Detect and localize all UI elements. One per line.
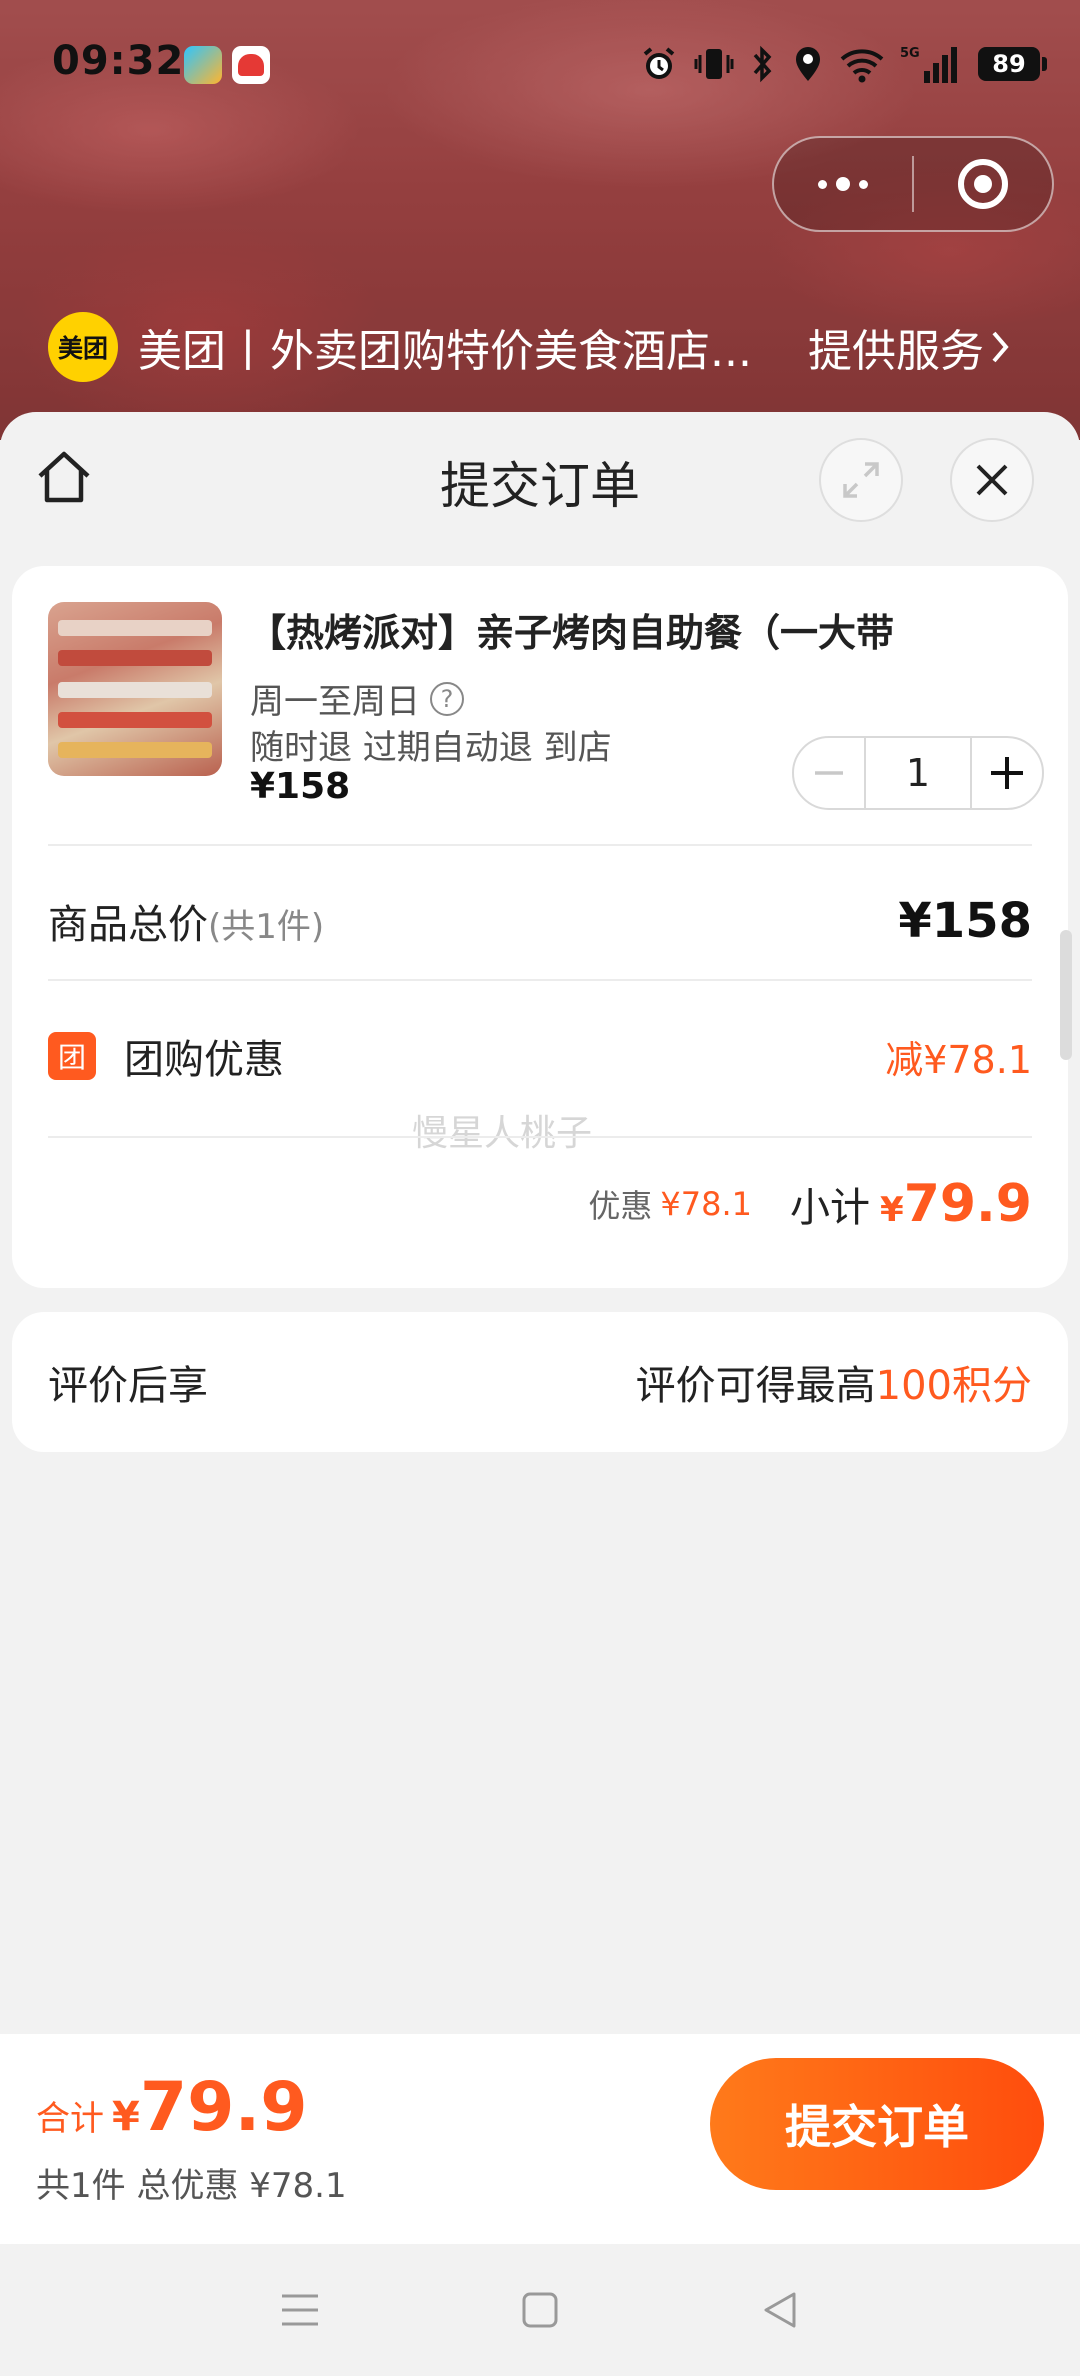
nav-home-button[interactable] — [510, 2280, 570, 2340]
alarm-icon — [643, 47, 675, 79]
notification-app-icon — [184, 46, 222, 84]
checkout-bar: 合计 ¥ 79.9 共1件 总优惠 ¥78.1 提交订单 — [0, 2034, 1080, 2244]
status-icons: 5G 89 — [640, 40, 1047, 88]
vibrate-icon — [694, 49, 734, 79]
exit-miniprogram-button[interactable] — [914, 138, 1052, 230]
submit-order-button[interactable]: 提交订单 — [710, 2058, 1044, 2190]
divider — [48, 1136, 1032, 1138]
total-amount: 合计 ¥ 79.9 — [36, 2068, 308, 2147]
subtotal-currency: ¥ — [880, 1190, 904, 1230]
group-discount-row[interactable]: 团 团购优惠 减¥78.1 — [48, 996, 1032, 1116]
target-circle-icon — [958, 159, 1008, 209]
total-price-label-text: 商品总价 — [48, 902, 208, 948]
total-item-count: (共1件) — [208, 907, 325, 947]
system-nav-bar — [0, 2244, 1080, 2376]
product-valid-days: 周一至周日 ? — [250, 674, 464, 723]
divider — [48, 844, 1032, 846]
review-reward-desc-prefix: 评价可得最高 — [635, 1363, 876, 1409]
service-provider-row[interactable]: 美团 美团丨外卖团购特价美食酒店... 提供服务 — [48, 310, 1038, 384]
status-time: 09:32 — [52, 38, 185, 84]
review-reward-desc: 评价可得最高100积分 — [636, 1353, 1032, 1411]
chevron-right-icon — [992, 331, 1009, 363]
subtotal-row: 优惠 ¥78.1 小计 ¥79.9 — [48, 1154, 1032, 1254]
expand-button[interactable] — [819, 438, 903, 522]
expand-icon — [843, 462, 879, 498]
close-icon — [976, 464, 1008, 496]
review-reward-label: 评价后享 — [48, 1363, 208, 1409]
total-price-label: 商品总价(共1件) — [48, 892, 324, 950]
bluetooth-icon — [753, 45, 772, 83]
product-tags: 随时退 过期自动退 到店 — [250, 728, 612, 768]
group-discount-value: 减¥78.1 — [885, 1037, 1032, 1082]
total-summary: 共1件 总优惠 ¥78.1 — [36, 2166, 347, 2206]
miniprogram-capsule — [772, 136, 1054, 232]
review-reward-points: 100积分 — [875, 1363, 1032, 1409]
group-buy-badge-icon: 团 — [48, 1032, 96, 1080]
subtotal-discount-value: ¥78.1 — [660, 1185, 753, 1223]
order-card: 【热烤派对】亲子烤肉自助餐（一大带 周一至周日 ? 随时退 过期自动退 到店 ¥… — [12, 566, 1068, 1288]
status-bar: 09:32 5G 89 — [0, 0, 1080, 130]
more-dots-icon — [818, 177, 868, 191]
back-triangle-icon — [764, 2292, 796, 2328]
plus-icon — [991, 757, 1023, 789]
sheet-header: 提交订单 — [0, 412, 1080, 544]
divider — [48, 979, 1032, 981]
nav-back-button[interactable] — [750, 2280, 810, 2340]
minus-icon — [815, 771, 843, 775]
decrease-button[interactable] — [794, 738, 864, 808]
meituan-logo: 美团 — [48, 312, 118, 382]
total-amount-currency: ¥ — [112, 2094, 140, 2140]
wifi-icon — [840, 49, 884, 83]
total-amount-value: 79.9 — [139, 2068, 308, 2147]
nav-menu-button[interactable] — [270, 2280, 330, 2340]
provider-service-link[interactable]: 提供服务 — [808, 315, 1012, 379]
total-price-value: ¥158 — [898, 893, 1032, 949]
product-price: ¥158 — [250, 766, 351, 807]
square-icon — [522, 2292, 558, 2328]
group-discount-label-wrap: 团 团购优惠 — [48, 1027, 284, 1085]
menu-icon — [282, 2294, 318, 2326]
notification-app-icon — [232, 46, 270, 84]
subtotal-label: 小计 — [790, 1185, 871, 1231]
group-discount-label: 团购优惠 — [124, 1037, 284, 1083]
svg-text:5G: 5G — [900, 46, 920, 61]
watermark: 慢星人桃子 — [412, 1113, 593, 1154]
battery-indicator: 89 — [978, 47, 1047, 81]
page-title: 提交订单 — [440, 457, 640, 515]
provider-name: 美团丨外卖团购特价美食酒店... — [138, 326, 752, 377]
product-days-text: 周一至周日 — [250, 682, 420, 722]
subtotal-value: ¥79.9 — [880, 1174, 1032, 1234]
product-title: 【热烤派对】亲子烤肉自助餐（一大带 — [248, 611, 895, 655]
review-reward-card[interactable]: 评价后享 评价可得最高100积分 — [12, 1312, 1068, 1452]
quantity-value[interactable]: 1 — [864, 738, 972, 808]
signal-5g-icon: 5G — [900, 46, 957, 83]
scrollbar-thumb[interactable] — [1060, 930, 1072, 1060]
provider-service-label: 提供服务 — [808, 326, 984, 377]
help-icon[interactable]: ? — [430, 681, 464, 716]
total-price-row: 商品总价(共1件) ¥158 — [48, 866, 1032, 976]
total-amount-label: 合计 — [36, 2099, 104, 2139]
product-image[interactable] — [48, 602, 222, 776]
more-menu-button[interactable] — [774, 138, 912, 230]
subtotal-amount: 79.9 — [903, 1174, 1032, 1234]
review-reward-row: 评价后享 评价可得最高100积分 — [48, 1312, 1032, 1452]
location-icon — [796, 47, 820, 81]
close-button[interactable] — [950, 438, 1034, 522]
subtotal-discount-label: 优惠 — [588, 1187, 653, 1225]
quantity-stepper: 1 — [792, 736, 1044, 810]
increase-button[interactable] — [972, 738, 1042, 808]
